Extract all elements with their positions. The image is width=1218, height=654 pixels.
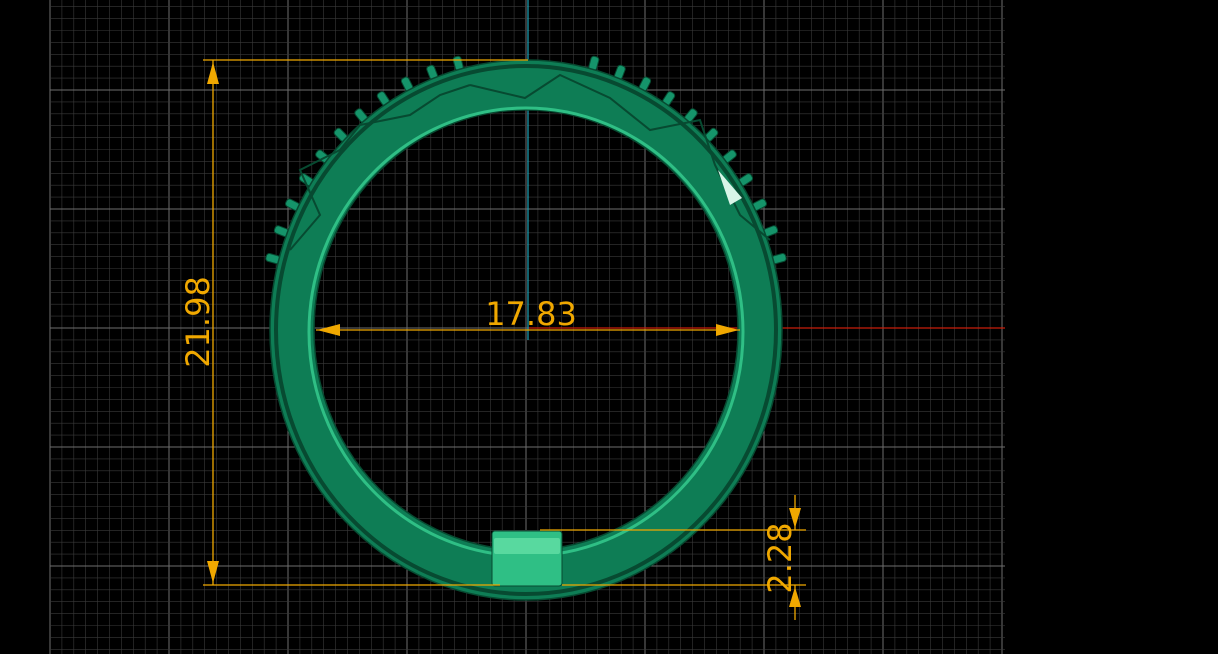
height-arrow-top	[207, 62, 219, 84]
sizing-shank-shine	[494, 538, 560, 554]
cad-viewport[interactable]: 21.98 17.83 2.28	[0, 0, 1218, 654]
diameter-arrow-left	[317, 324, 340, 336]
height-arrow-bottom	[207, 561, 219, 583]
shank-thickness-label: 2.28	[761, 522, 799, 593]
inner-diameter-label: 17.83	[485, 295, 577, 333]
viewport-canvas[interactable]: 21.98 17.83 2.28	[0, 0, 1218, 654]
height-dimension-label: 21.98	[179, 276, 217, 368]
diameter-arrow-right	[716, 324, 739, 336]
